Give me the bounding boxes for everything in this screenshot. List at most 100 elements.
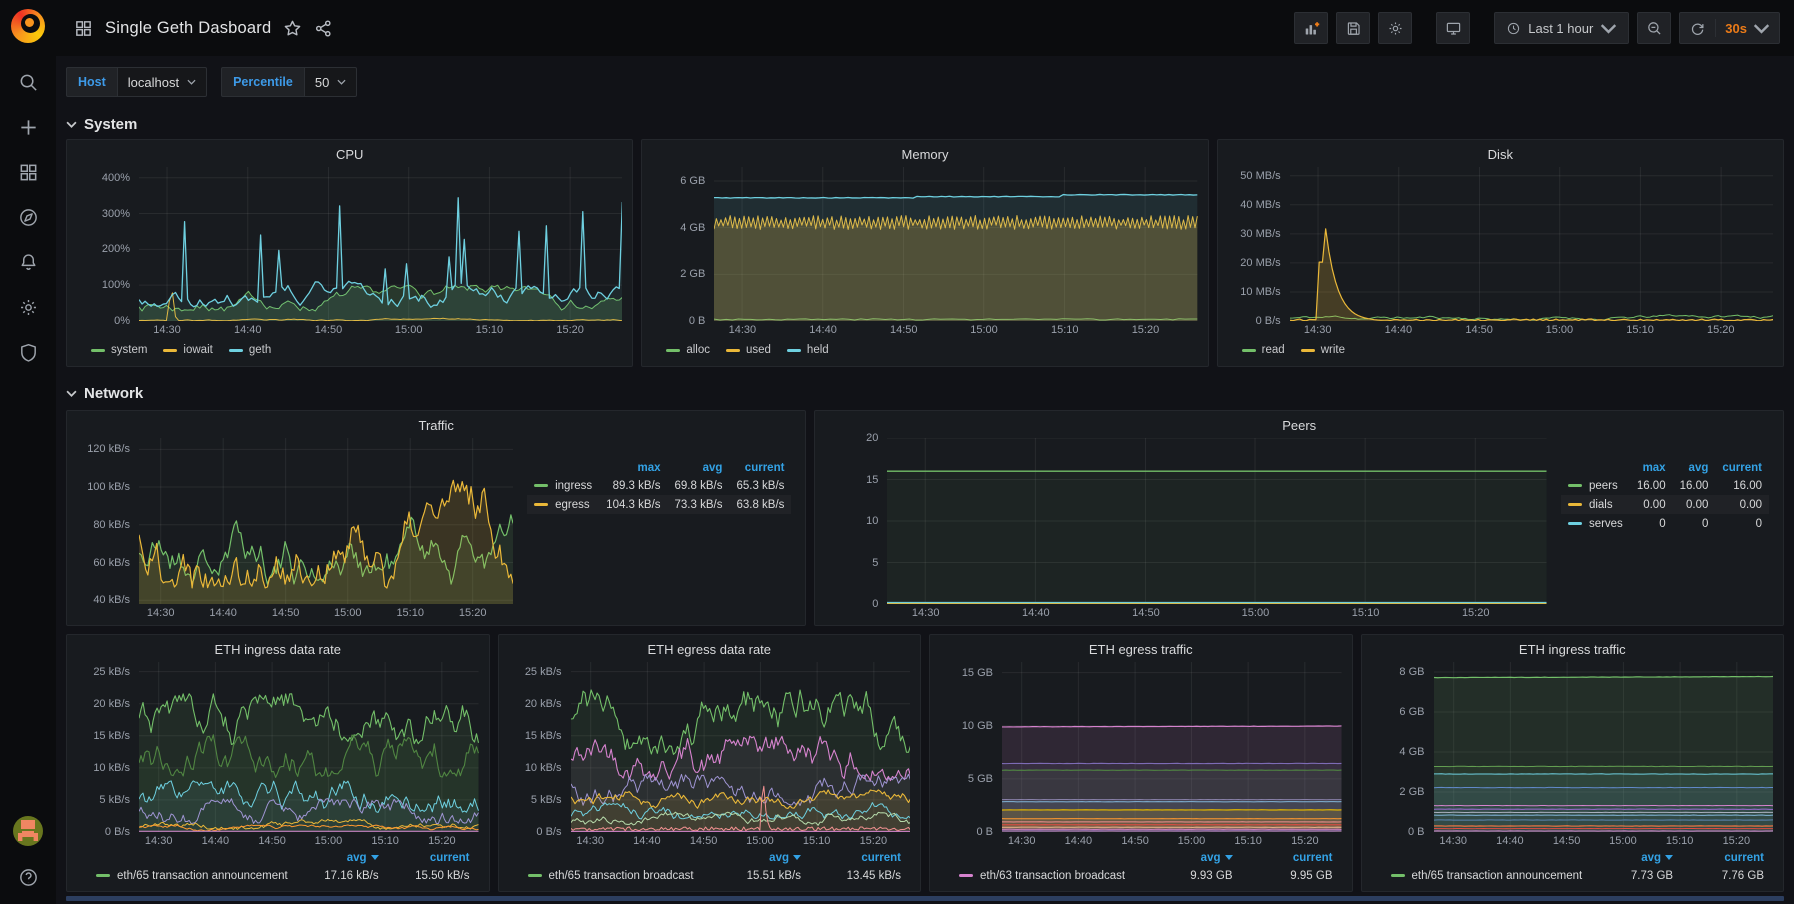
legend-header-current[interactable]: current [729,460,791,476]
series-color-dash [1242,349,1256,352]
legend-value: 16.00 [1673,476,1716,495]
variable-dropdown-percentile[interactable]: 50 [304,67,357,97]
panel-title-cpu[interactable]: CPU [77,145,622,167]
panel-title-memory[interactable]: Memory [652,145,1197,167]
x-tick-label: 14:50 [315,324,343,336]
dashboard-title[interactable]: Single Geth Dasboard [105,19,271,38]
y-tick-label: 2 GB [680,268,705,280]
legend-header-avg[interactable]: avg [708,850,808,866]
panel-title-eth-egress-rate[interactable]: ETH egress data rate [509,640,911,662]
legend-label: alloc [686,344,710,356]
chart-eth-egress-rate[interactable] [571,662,911,832]
y-tick-label: 0 B/s [105,826,130,838]
server-admin-shield-icon[interactable] [17,341,39,363]
grafana-logo[interactable] [11,9,45,43]
user-avatar[interactable] [13,816,43,846]
chart-eth-egress-traffic[interactable] [1002,662,1342,832]
cycle-view-mode-button[interactable] [1436,12,1470,44]
series-color-dash [1391,874,1405,877]
legend-label: serves [1589,518,1623,530]
variable-dropdown-host[interactable]: localhost [117,67,207,97]
chart-peers[interactable] [887,438,1547,604]
legend-header-label: current [1293,852,1333,864]
share-icon[interactable] [314,19,333,38]
x-tick-label: 15:00 [395,324,423,336]
dashboard-settings-button[interactable] [1378,12,1412,44]
section-network[interactable]: Network [66,380,1784,406]
explore-compass-icon[interactable] [17,206,39,228]
legend: system iowait geth [77,338,622,362]
add-panel-button[interactable] [1294,12,1328,44]
x-tick-label: 14:30 [912,607,940,619]
legend-item-series[interactable]: eth/65 transaction broadcast [528,870,702,882]
legend-row-1: dials0.000.000.00 [1561,495,1769,514]
search-icon[interactable] [17,71,39,93]
legend-header-current[interactable]: current [808,850,908,866]
legend-item-series[interactable]: peers [1568,480,1623,492]
x-tick-label: 14:50 [1553,835,1581,847]
alerting-bell-icon[interactable] [17,251,39,273]
panel-traffic: Traffic40 kB/s60 kB/s80 kB/s100 kB/s120 … [66,410,806,626]
section-system[interactable]: System [66,111,1784,137]
chart-memory[interactable] [714,167,1197,321]
chart-traffic[interactable] [139,438,513,604]
legend-item-series[interactable]: egress [534,499,592,511]
legend-item-series[interactable]: eth/63 transaction broadcast [959,870,1133,882]
plus-icon[interactable] [17,116,39,138]
panel-title-eth-ingress-traffic[interactable]: ETH ingress traffic [1372,640,1774,662]
panel-title-peers[interactable]: Peers [825,416,1773,438]
legend-header-max[interactable]: max [599,460,667,476]
panel-title-disk[interactable]: Disk [1228,145,1773,167]
dashboards-grid-icon[interactable] [17,161,39,183]
legend-row-0: eth/65 transaction broadcast15.51 kB/s13… [521,866,909,885]
legend-item-read[interactable]: read [1242,344,1285,356]
star-icon[interactable] [283,19,302,38]
legend-item-system[interactable]: system [91,344,147,356]
legend-header-avg[interactable]: avg [668,460,730,476]
legend-row-0: eth/65 transaction announcement17.16 kB/… [89,866,477,885]
legend-item-series[interactable]: eth/65 transaction announcement [96,870,288,882]
panel-title-traffic[interactable]: Traffic [77,416,795,438]
legend-item-series[interactable]: dials [1568,499,1623,511]
configuration-gear-icon[interactable] [17,296,39,318]
legend-header-current[interactable]: current [1715,460,1769,476]
x-tick-label: 15:10 [476,324,504,336]
y-tick-label: 0 B [689,315,706,327]
panel-title-eth-ingress-rate[interactable]: ETH ingress data rate [77,640,479,662]
legend-value: 73.3 kB/s [668,495,730,514]
chart-disk[interactable] [1290,167,1773,321]
legend-header-max[interactable]: max [1630,460,1673,476]
legend-header-avg[interactable]: avg [295,850,386,866]
legend-item-used[interactable]: used [726,344,771,356]
legend-header-avg[interactable]: avg [1589,850,1680,866]
legend-header-current[interactable]: current [1680,850,1771,866]
legend-item-iowait[interactable]: iowait [163,344,212,356]
help-icon[interactable] [17,866,39,888]
legend-item-series[interactable]: ingress [534,480,592,492]
chart-eth-ingress-traffic[interactable] [1434,662,1774,832]
legend-item-write[interactable]: write [1301,344,1345,356]
legend-header-current[interactable]: current [386,850,477,866]
sort-caret-icon [371,855,379,860]
row-network-bottom: ETH ingress data rate0 B/s5 kB/s10 kB/s1… [66,634,1784,892]
x-tick-label: 15:10 [803,835,831,847]
legend-item-alloc[interactable]: alloc [666,344,710,356]
save-dashboard-button[interactable] [1336,12,1370,44]
zoom-out-button[interactable] [1637,12,1671,44]
panel-title-eth-egress-traffic[interactable]: ETH egress traffic [940,640,1342,662]
time-range-picker[interactable]: Last 1 hour [1494,12,1629,44]
legend-item-held[interactable]: held [787,344,829,356]
legend-item-series[interactable]: serves [1568,518,1623,530]
legend-header-current[interactable]: current [1240,850,1340,866]
chart-cpu[interactable] [139,167,622,321]
x-tick-label: 15:20 [1462,607,1490,619]
x-tick-label: 14:40 [1065,835,1093,847]
legend-value: 7.73 GB [1589,866,1680,885]
legend-header-avg[interactable]: avg [1140,850,1240,866]
legend-item-geth[interactable]: geth [229,344,271,356]
legend-item-series[interactable]: eth/65 transaction announcement [1391,870,1583,882]
refresh-button[interactable]: 30s [1679,12,1780,44]
y-tick-label: 15 GB [962,667,993,679]
chart-eth-ingress-rate[interactable] [139,662,479,832]
legend-header-avg[interactable]: avg [1673,460,1716,476]
